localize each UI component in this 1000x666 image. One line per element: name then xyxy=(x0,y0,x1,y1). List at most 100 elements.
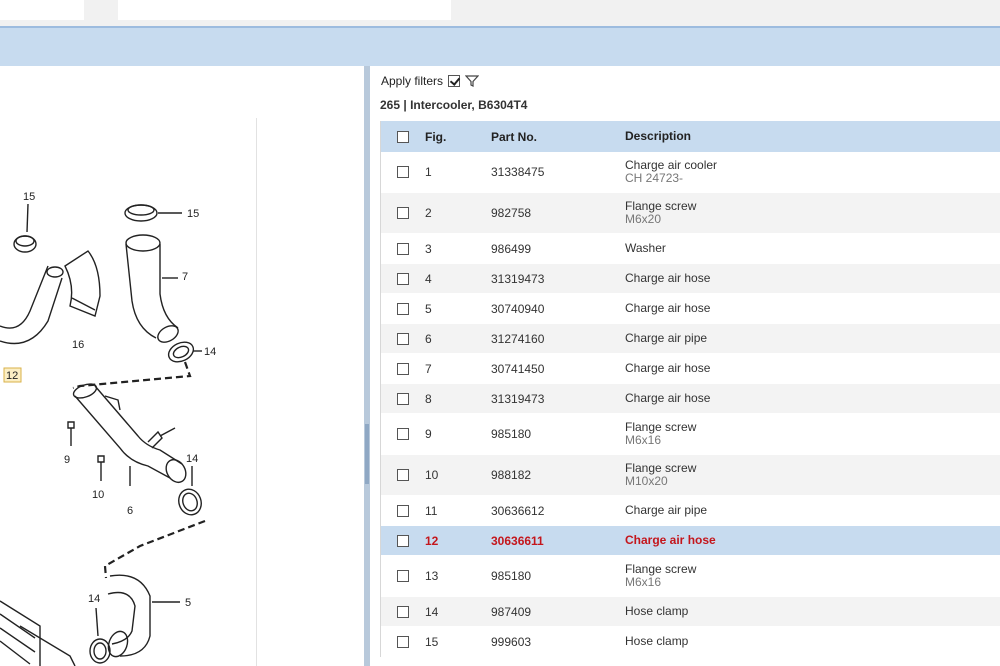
table-row[interactable]: 1 31338475 Charge air cooler CH 24723- xyxy=(381,152,1000,193)
row-fig: 8 xyxy=(425,391,432,406)
row-checkbox[interactable] xyxy=(397,166,409,178)
apply-filters-checkbox[interactable] xyxy=(448,75,461,87)
table-row[interactable]: 4 31319473 Charge air hose xyxy=(381,264,1000,294)
row-fig: 14 xyxy=(425,604,439,619)
table-row[interactable]: 13 985180 Flange screw M6x16 xyxy=(381,556,1000,597)
row-checkbox[interactable] xyxy=(397,469,409,481)
row-fig: 12 xyxy=(425,533,439,548)
row-description: Charge air hose xyxy=(625,362,1000,375)
header-part-no[interactable]: Part No. xyxy=(491,130,625,144)
diagram-label-10[interactable]: 10 xyxy=(92,489,104,501)
row-description: Flange screw M6x16 xyxy=(625,421,1000,447)
table-row[interactable]: 2 982758 Flange screw M6x20 xyxy=(381,193,1000,234)
table-row[interactable]: 11 30636612 Charge air pipe xyxy=(381,496,1000,526)
row-description-main: Hose clamp xyxy=(625,604,689,618)
row-checkbox[interactable] xyxy=(397,635,409,648)
row-description: Charge air pipe xyxy=(625,504,1000,517)
table-header: Fig. Part No. Description xyxy=(381,121,1000,152)
row-checkbox[interactable] xyxy=(397,570,409,582)
row-description-main: Flange screw xyxy=(625,461,697,475)
diagram-label-16[interactable]: 16 xyxy=(72,339,84,351)
row-part-number[interactable]: 988182 xyxy=(491,468,625,482)
row-checkbox[interactable] xyxy=(397,605,409,618)
diagram-label-14c[interactable]: 14 xyxy=(88,593,100,605)
table-row[interactable]: 14 987409 Hose clamp xyxy=(381,597,1000,627)
table-row[interactable]: 9 985180 Flange screw M6x16 xyxy=(381,414,1000,455)
table-row[interactable]: 10 988182 Flange screw M10x20 xyxy=(381,455,1000,496)
row-part-number[interactable]: 31319473 xyxy=(491,272,625,286)
row-checkbox[interactable] xyxy=(397,504,409,517)
table-row[interactable]: 7 30741450 Charge air hose xyxy=(381,354,1000,384)
row-part-number[interactable]: 30636612 xyxy=(491,504,625,518)
row-part-number[interactable]: 999603 xyxy=(491,635,625,649)
row-description-main: Flange screw xyxy=(625,562,697,576)
row-part-number[interactable]: 31338475 xyxy=(491,165,625,179)
table-row[interactable]: 15 999603 Hose clamp xyxy=(381,627,1000,657)
row-part-number[interactable]: 30636611 xyxy=(491,534,625,548)
row-fig: 15 xyxy=(425,634,439,649)
row-checkbox[interactable] xyxy=(397,534,409,547)
table-row[interactable]: 6 31274160 Charge air pipe xyxy=(381,324,1000,354)
diagram-label-5[interactable]: 5 xyxy=(185,597,191,609)
table-row[interactable]: 3 986499 Washer xyxy=(381,234,1000,264)
row-checkbox[interactable] xyxy=(397,362,409,375)
diagram-label-15b[interactable]: 15 xyxy=(187,208,199,220)
diagram-label-9[interactable]: 9 xyxy=(64,454,70,466)
row-fig: 4 xyxy=(425,271,432,286)
row-fig: 9 xyxy=(425,427,432,441)
row-part-number[interactable]: 30741450 xyxy=(491,362,625,376)
exploded-diagram[interactable]: 15 15 7 16 14 12 9 10 6 14 5 14 xyxy=(0,66,364,666)
row-checkbox[interactable] xyxy=(397,272,409,285)
diagram-label-12[interactable]: 12 xyxy=(6,370,18,382)
row-part-number[interactable]: 30740940 xyxy=(491,302,625,316)
row-fig: 1 xyxy=(425,165,432,179)
apply-filters-label: Apply filters xyxy=(381,74,444,88)
row-description: Hose clamp xyxy=(625,635,1000,648)
row-fig: 13 xyxy=(425,569,439,583)
section-name: Intercooler, B6304T4 xyxy=(410,98,528,112)
row-part-number[interactable]: 985180 xyxy=(491,427,625,441)
diagram-label-15a[interactable]: 15 xyxy=(23,191,35,203)
diagram-label-14b[interactable]: 14 xyxy=(186,453,198,465)
row-checkbox[interactable] xyxy=(397,392,409,405)
row-part-number[interactable]: 986499 xyxy=(491,242,625,256)
row-checkbox[interactable] xyxy=(397,428,409,440)
top-tab-area xyxy=(0,0,84,20)
diagram-label-14a[interactable]: 14 xyxy=(204,346,216,358)
exploded-diagram-pane[interactable]: 15 15 7 16 14 12 9 10 6 14 5 14 xyxy=(0,66,364,666)
section-separator: | xyxy=(403,98,407,112)
select-all-checkbox[interactable] xyxy=(397,130,409,143)
row-checkbox[interactable] xyxy=(397,207,409,219)
row-description: Flange screw M10x20 xyxy=(625,462,1000,488)
table-row[interactable]: 5 30740940 Charge air hose xyxy=(381,294,1000,324)
toolbar-bar xyxy=(0,26,1000,66)
row-part-number[interactable]: 982758 xyxy=(491,206,625,220)
row-checkbox[interactable] xyxy=(397,242,409,255)
parts-table: Fig. Part No. Description 1 31338475 Charg… xyxy=(380,121,1000,657)
row-checkbox[interactable] xyxy=(397,332,409,345)
row-checkbox[interactable] xyxy=(397,302,409,315)
row-part-number[interactable]: 31319473 xyxy=(491,392,625,406)
top-search-area xyxy=(118,0,451,20)
header-fig[interactable]: Fig. xyxy=(425,130,491,144)
apply-filters: Apply filters xyxy=(381,74,480,88)
diagram-label-6[interactable]: 6 xyxy=(127,505,133,517)
row-description-main: Washer xyxy=(625,241,666,255)
row-part-number[interactable]: 987409 xyxy=(491,605,625,619)
row-description-main: Flange screw xyxy=(625,420,697,434)
row-description-main: Charge air hose xyxy=(625,391,711,405)
row-description: Flange screw M6x20 xyxy=(625,200,1000,226)
filter-icon[interactable] xyxy=(465,74,480,88)
diagram-label-7[interactable]: 7 xyxy=(182,271,188,283)
table-row[interactable]: 12 30636611 Charge air hose xyxy=(381,526,1000,556)
row-part-number[interactable]: 31274160 xyxy=(491,332,625,346)
row-description: Charge air pipe xyxy=(625,332,1000,345)
splitter-grip[interactable] xyxy=(365,424,369,484)
row-description-main: Charge air hose xyxy=(625,361,711,375)
top-strip xyxy=(0,0,1000,26)
header-description[interactable]: Description xyxy=(625,130,1000,143)
row-part-number[interactable]: 985180 xyxy=(491,569,625,583)
row-description-main: Charge air hose xyxy=(625,301,711,315)
table-row[interactable]: 8 31319473 Charge air hose xyxy=(381,384,1000,414)
section-number: 265 xyxy=(380,98,401,112)
